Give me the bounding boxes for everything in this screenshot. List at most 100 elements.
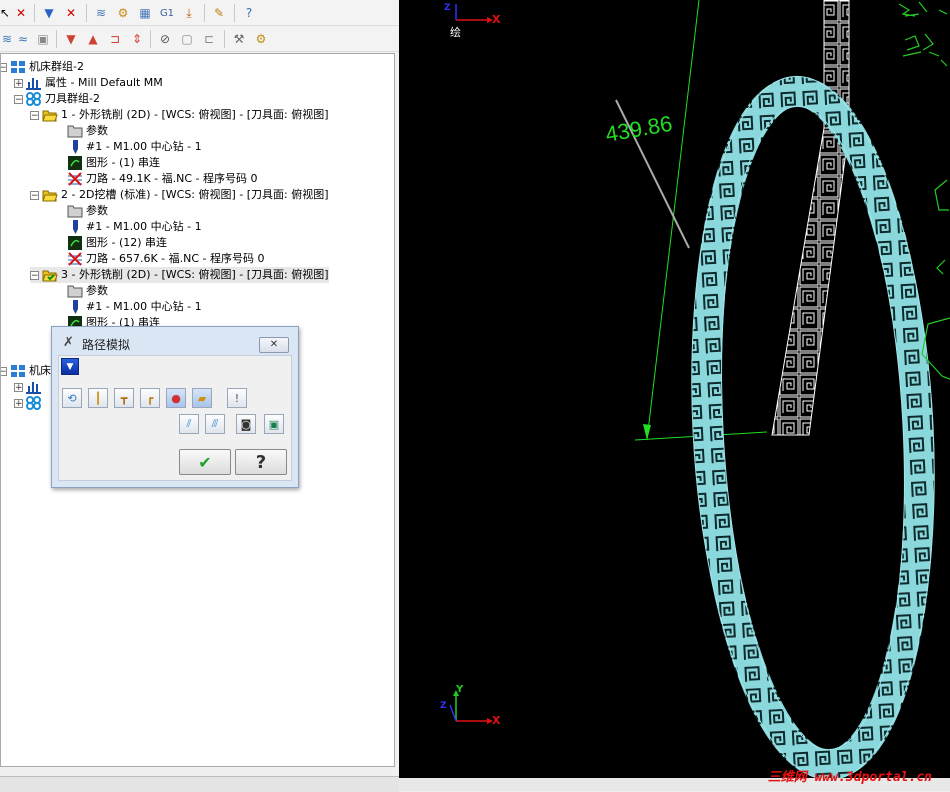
toolpath-filter-icon[interactable]: ▼ xyxy=(40,4,58,22)
endpoint-icon: ● xyxy=(171,391,181,405)
ok-button[interactable]: ✔ xyxy=(179,449,231,475)
tree-op1-geometry[interactable]: 图形 - (1) 串连 xyxy=(67,155,160,171)
tool-info-button[interactable]: ! xyxy=(227,388,247,408)
post-icon[interactable]: ⤓ xyxy=(180,4,198,22)
tree-tool-group[interactable]: − 刀具群组-2 xyxy=(14,91,100,107)
help-button[interactable]: ? xyxy=(235,449,287,475)
regen-dirty-icon[interactable]: ⚙ xyxy=(114,4,132,22)
post-toggle-icon[interactable]: ⊏ xyxy=(200,30,218,48)
toggle-display-icon[interactable]: ▢ xyxy=(178,30,196,48)
toolpath-multi-button[interactable]: ⫻ xyxy=(205,414,225,434)
edit-icon[interactable]: ✎ xyxy=(210,4,228,22)
tree-op2-tool[interactable]: #1 - M1.00 中心钻 - 1 xyxy=(67,219,202,235)
tool-display-icon: ┃ xyxy=(94,391,102,405)
folder-open-icon xyxy=(42,108,58,122)
wave2-icon[interactable]: ≈ xyxy=(14,30,32,48)
tool-group-icon xyxy=(26,92,42,106)
move-up-icon[interactable]: ▲ xyxy=(84,30,102,48)
tree-op2-params[interactable]: 参数 xyxy=(67,203,108,219)
collapse-icon[interactable]: − xyxy=(30,110,39,120)
axis-z-label: Z xyxy=(440,701,447,711)
regen-all-icon[interactable]: ▦ xyxy=(136,4,154,22)
holder-icon: ┳ xyxy=(120,391,128,405)
tree-label: 刀具群组-2 xyxy=(45,92,100,105)
expand-collapse-icon[interactable]: ⇕ xyxy=(128,30,146,48)
tree-label: 属性 - Mill Default MM xyxy=(45,76,163,89)
display-holder-button[interactable]: ┳ xyxy=(114,388,134,408)
display-endpoint-button[interactable]: ● xyxy=(166,388,186,408)
axis-x-label: X xyxy=(492,13,501,26)
collapse-icon[interactable]: − xyxy=(1,366,7,376)
path-simulation-dialog: ✗ 路径模拟 ✕ ▼ ⟲ ┃ ┳ ┏ ● ▰ ! ⫽ ⫻ ◙ ▣ ✔ ? xyxy=(51,326,299,488)
run-simulation-button[interactable]: ⟲ xyxy=(62,388,82,408)
screenshot-button[interactable]: ◙ xyxy=(236,414,256,434)
help-icon[interactable]: ? xyxy=(240,4,258,22)
tree-operation-1[interactable]: − 1 - 外形铣削 (2D) - [WCS: 俯视图] - [刀具面: 俯视图… xyxy=(30,107,329,123)
collapse-icon[interactable]: − xyxy=(1,62,7,72)
tree-machine-group-1[interactable]: − 机床群组-2 xyxy=(1,59,84,75)
ghost-icon[interactable]: ▣ xyxy=(34,30,52,48)
tree-properties-2[interactable]: + xyxy=(14,379,45,395)
expand-icon[interactable]: + xyxy=(14,398,23,408)
insert-icon[interactable]: ⊐ xyxy=(106,30,124,48)
tree-tool-group-2[interactable]: + xyxy=(14,395,45,411)
status-bar xyxy=(0,776,399,792)
white-band xyxy=(771,0,850,436)
expand-icon[interactable]: + xyxy=(14,78,23,88)
tree-op2-geometry[interactable]: 图形 - (12) 串连 xyxy=(67,235,167,251)
tree-machine-group-2[interactable]: − 机床 xyxy=(1,363,51,379)
display-tool-button[interactable]: ┃ xyxy=(88,388,108,408)
lock-icon[interactable]: ⊘ xyxy=(156,30,174,48)
tree-op3-params[interactable]: 参数 xyxy=(67,283,108,299)
deselect-icon[interactable]: ✕ xyxy=(12,4,30,22)
tree-op3-tool[interactable]: #1 - M1.00 中心钻 - 1 xyxy=(67,299,202,315)
collapse-icon[interactable]: − xyxy=(30,190,39,200)
tree-op1-params[interactable]: 参数 xyxy=(67,123,108,139)
dialog-titlebar[interactable]: ✗ 路径模拟 ✕ xyxy=(52,327,298,357)
simulate-app-icon: ✗ xyxy=(63,335,74,350)
toolbar-bottom: ≋ ≈ ▣ ▼ ▲ ⊐ ⇕ ⊘ ▢ ⊏ ⚒ ⚙ xyxy=(0,26,399,52)
tree-properties[interactable]: + 属性 - Mill Default MM xyxy=(14,75,163,91)
tree-op1-tool[interactable]: #1 - M1.00 中心钻 - 1 xyxy=(67,139,202,155)
shading-verify-button[interactable]: ▰ xyxy=(192,388,212,408)
dialog-body: ▼ ⟲ ┃ ┳ ┏ ● ▰ ! ⫽ ⫻ ◙ ▣ ✔ ? xyxy=(58,355,292,481)
tool-info-icon: ! xyxy=(234,391,240,405)
collapse-icon[interactable]: − xyxy=(14,94,23,104)
tree-label: 图形 - (1) 串连 xyxy=(86,156,161,169)
greek-key-ring xyxy=(691,75,935,778)
collapse-dialog-icon[interactable]: ▼ xyxy=(61,358,79,375)
viewport-canvas[interactable]: 439.86 X Z 绘 X Y Z xyxy=(399,0,950,778)
clear-filter-icon[interactable]: ✕ xyxy=(62,4,80,22)
view-label: 绘 xyxy=(450,25,461,39)
simulate-cycle-icon: ⟲ xyxy=(67,391,77,405)
expand-icon[interactable]: + xyxy=(14,382,23,392)
regen-icon[interactable]: ≋ xyxy=(92,4,110,22)
dimension-annotation: 439.86 xyxy=(604,0,768,441)
tree-op2-toolpath[interactable]: 刀路 - 657.6K - 福.NC - 程序号码 0 xyxy=(67,251,265,267)
dimension-value: 439.86 xyxy=(604,111,675,147)
dialog-title: 路径模拟 xyxy=(82,338,131,352)
settings-icon[interactable]: ⚙ xyxy=(252,30,270,48)
tree-op1-toolpath[interactable]: 刀路 - 49.1K - 福.NC - 程序号码 0 xyxy=(67,171,258,187)
g1-icon[interactable]: G1 xyxy=(158,4,176,22)
axis-y-label: Y xyxy=(455,684,464,695)
params-folder-icon xyxy=(67,284,83,298)
tree-operation-3[interactable]: − 3 - 外形铣削 (2D) - [WCS: 俯视图] - [刀具面: 俯视图… xyxy=(30,267,329,283)
tool-group-icon xyxy=(26,396,42,410)
dialog-close-button[interactable]: ✕ xyxy=(259,337,289,353)
collapse-icon[interactable]: − xyxy=(30,270,39,280)
save-geometry-button[interactable]: ▣ xyxy=(264,414,284,434)
tree-label: 参数 xyxy=(86,204,108,217)
toolpath-single-button[interactable]: ⫽ xyxy=(179,414,199,434)
graphics-viewport[interactable]: 439.86 X Z 绘 X Y Z xyxy=(399,0,950,778)
tree-label: 机床 xyxy=(29,364,51,377)
tool-icon[interactable]: ⚒ xyxy=(230,30,248,48)
tree-label: 2 - 2D挖槽 (标准) - [WCS: 俯视图] - [刀具面: 俯视图] xyxy=(61,188,329,201)
fast-move-icon: ┏ xyxy=(146,391,154,405)
move-down-icon[interactable]: ▼ xyxy=(62,30,80,48)
save-icon: ▣ xyxy=(268,417,280,431)
properties-icon xyxy=(26,380,42,394)
shading-icon: ▰ xyxy=(197,391,207,405)
display-fast-move-button[interactable]: ┏ xyxy=(140,388,160,408)
tree-operation-2[interactable]: − 2 - 2D挖槽 (标准) - [WCS: 俯视图] - [刀具面: 俯视图… xyxy=(30,187,329,203)
